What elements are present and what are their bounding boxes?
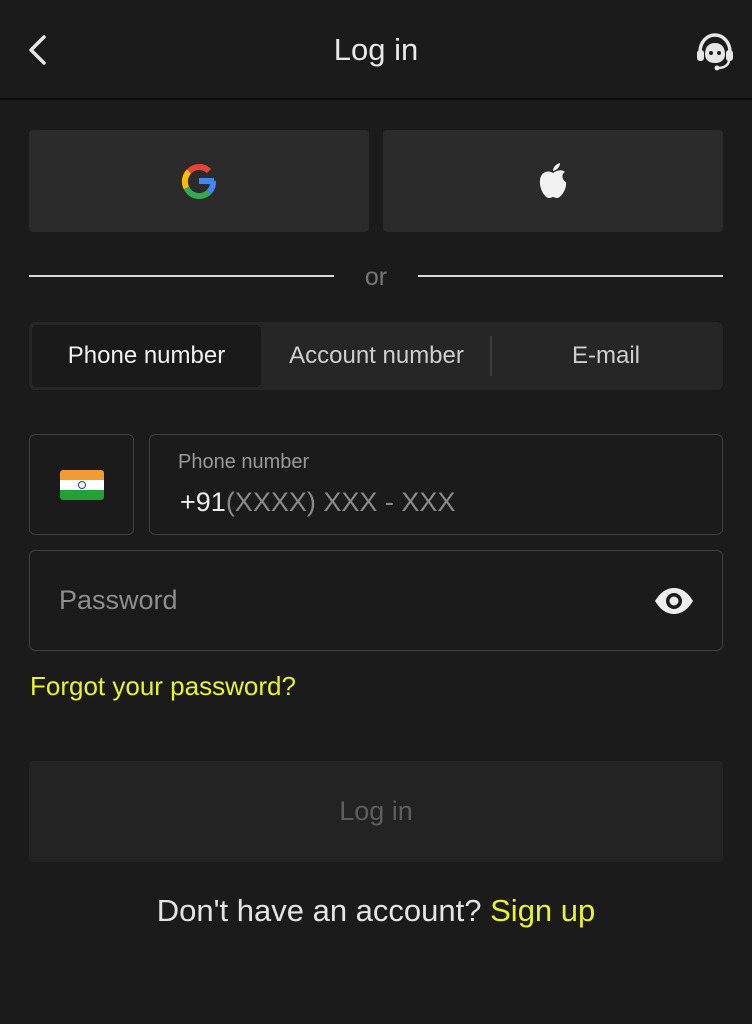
- page-title: Log in: [333, 32, 419, 67]
- tab-email[interactable]: E-mail: [492, 325, 720, 387]
- signup-link[interactable]: Sign up: [490, 893, 595, 928]
- apple-icon: [539, 163, 567, 198]
- phone-mask: (XXXX) XXX - XXX: [225, 487, 456, 517]
- signup-prompt: Don't have an account?: [156, 893, 482, 928]
- country-code-selector[interactable]: [29, 434, 134, 535]
- google-icon: [181, 164, 216, 199]
- signup-row: Don't have an account? Sign up: [0, 891, 752, 931]
- support-button[interactable]: [692, 28, 738, 74]
- phone-prefix: +91: [180, 487, 226, 517]
- divider-or: or: [364, 263, 388, 291]
- phone-number-value: +91(XXXX) XXX - XXX: [180, 485, 455, 519]
- phone-number-input[interactable]: Phone number +91(XXXX) XXX - XXX: [149, 434, 723, 535]
- header-bar: Log in: [0, 0, 752, 100]
- eye-icon: [655, 588, 693, 614]
- forgot-password-link[interactable]: Forgot your password?: [30, 668, 296, 704]
- apple-login-button[interactable]: [383, 130, 723, 232]
- password-placeholder: Password: [59, 585, 178, 615]
- tab-account-number[interactable]: Account number: [261, 325, 492, 387]
- password-input[interactable]: Password: [29, 550, 723, 651]
- divider-right: [418, 275, 723, 277]
- india-flag-icon: [59, 469, 104, 500]
- login-button[interactable]: Log in: [29, 761, 723, 862]
- google-login-button[interactable]: [29, 130, 369, 232]
- toggle-password-visibility-button[interactable]: [652, 581, 696, 621]
- phone-number-label: Phone number: [178, 451, 310, 473]
- login-method-tabs: Phone number Account number E-mail: [29, 322, 723, 390]
- headset-support-icon: [697, 33, 733, 71]
- tab-phone-number[interactable]: Phone number: [32, 325, 261, 387]
